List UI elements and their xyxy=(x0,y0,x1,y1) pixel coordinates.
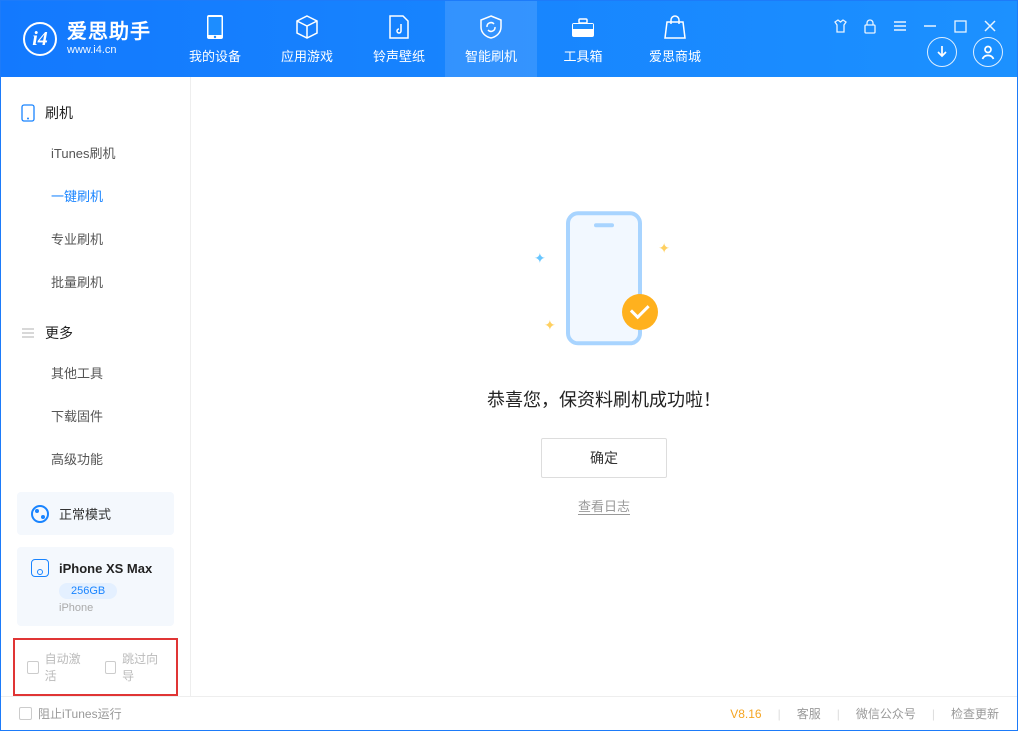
nav-label: 我的设备 xyxy=(189,46,241,65)
sidebar-item-download-firmware[interactable]: 下载固件 xyxy=(1,394,190,437)
version-label: V8.16 xyxy=(730,707,761,721)
logo-icon: i4 xyxy=(23,22,57,56)
nav-label: 智能刷机 xyxy=(465,46,517,65)
ok-button[interactable]: 确定 xyxy=(541,438,667,478)
app-title: 爱思助手 xyxy=(67,21,151,44)
refresh-shield-icon xyxy=(478,14,504,40)
nav-label: 爱思商城 xyxy=(649,46,701,65)
nav-label: 工具箱 xyxy=(563,46,602,65)
sidebar-item-other-tools[interactable]: 其他工具 xyxy=(1,351,190,394)
minimize-button[interactable] xyxy=(921,17,939,35)
user-button[interactable] xyxy=(973,37,1003,67)
close-button[interactable] xyxy=(981,17,999,35)
sparkle-icon: ✦ xyxy=(534,250,546,267)
nav-my-device[interactable]: 我的设备 xyxy=(169,1,261,77)
logo: i4 爱思助手 www.i4.cn xyxy=(1,1,169,77)
list-icon xyxy=(21,326,35,340)
phone-outline-icon xyxy=(31,559,49,577)
nav-toolbox[interactable]: 工具箱 xyxy=(537,1,629,77)
mode-icon xyxy=(31,505,49,523)
nav-smart-flash[interactable]: 智能刷机 xyxy=(445,1,537,77)
device-type-label: iPhone xyxy=(59,602,160,614)
top-nav: 我的设备 应用游戏 铃声壁纸 智能刷机 工具箱 爱思商城 xyxy=(169,1,721,77)
device-icon xyxy=(21,104,35,122)
success-message: 恭喜您，保资料刷机成功啦！ xyxy=(487,386,721,412)
phone-icon xyxy=(202,14,228,40)
checkmark-badge-icon xyxy=(622,294,658,330)
checkbox-auto-activate[interactable]: 自动激活 xyxy=(27,650,87,684)
nav-apps-games[interactable]: 应用游戏 xyxy=(261,1,353,77)
menu-icon[interactable] xyxy=(891,17,909,35)
device-mode-card[interactable]: 正常模式 xyxy=(17,492,174,535)
sidebar-group-more: 更多 xyxy=(1,315,190,351)
sparkle-icon: ✦ xyxy=(544,317,556,334)
checkbox-block-itunes[interactable]: 阻止iTunes运行 xyxy=(19,705,122,722)
nav-ringtones-wallpapers[interactable]: 铃声壁纸 xyxy=(353,1,445,77)
sidebar-item-pro-flash[interactable]: 专业刷机 xyxy=(1,217,190,260)
sidebar-group-flash: 刷机 xyxy=(1,95,190,131)
toolbox-icon xyxy=(570,14,596,40)
window-controls xyxy=(831,17,999,35)
sparkle-icon: ✦ xyxy=(658,240,670,257)
footer-link-support[interactable]: 客服 xyxy=(797,705,821,722)
sidebar-item-advanced[interactable]: 高级功能 xyxy=(1,437,190,480)
checkbox-skip-guide[interactable]: 跳过向导 xyxy=(105,650,165,684)
sidebar-item-itunes-flash[interactable]: iTunes刷机 xyxy=(1,131,190,174)
sidebar-item-oneclick-flash[interactable]: 一键刷机 xyxy=(1,174,190,217)
music-file-icon xyxy=(386,14,412,40)
download-button[interactable] xyxy=(927,37,957,67)
view-log-link[interactable]: 查看日志 xyxy=(578,496,630,515)
sidebar: 刷机 iTunes刷机 一键刷机 专业刷机 批量刷机 更多 其他工具 下载固件 … xyxy=(1,77,191,697)
nav-label: 应用游戏 xyxy=(281,46,333,65)
device-card[interactable]: iPhone XS Max 256GB iPhone xyxy=(17,547,174,626)
status-bar: 阻止iTunes运行 V8.16 | 客服 | 微信公众号 | 检查更新 xyxy=(1,696,1017,730)
device-name: iPhone XS Max xyxy=(59,561,152,576)
shirt-icon[interactable] xyxy=(831,17,849,35)
nav-store[interactable]: 爱思商城 xyxy=(629,1,721,77)
footer-link-update[interactable]: 检查更新 xyxy=(951,705,999,722)
device-mode-label: 正常模式 xyxy=(59,504,111,523)
footer-link-wechat[interactable]: 微信公众号 xyxy=(856,705,916,722)
lock-icon[interactable] xyxy=(861,17,879,35)
sidebar-item-batch-flash[interactable]: 批量刷机 xyxy=(1,260,190,303)
annotation-highlight: 自动激活 跳过向导 xyxy=(13,638,178,696)
app-header: i4 爱思助手 www.i4.cn 我的设备 应用游戏 铃声壁纸 智能刷机 工具… xyxy=(1,1,1017,77)
device-storage-badge: 256GB xyxy=(59,583,117,599)
success-illustration: ✦ ✦ ✦ xyxy=(504,200,704,370)
cube-icon xyxy=(294,14,320,40)
maximize-button[interactable] xyxy=(951,17,969,35)
app-subtitle: www.i4.cn xyxy=(67,44,151,57)
main-content: ✦ ✦ ✦ 恭喜您，保资料刷机成功啦！ 确定 查看日志 xyxy=(191,77,1017,697)
nav-label: 铃声壁纸 xyxy=(373,46,425,65)
shopping-bag-icon xyxy=(662,14,688,40)
